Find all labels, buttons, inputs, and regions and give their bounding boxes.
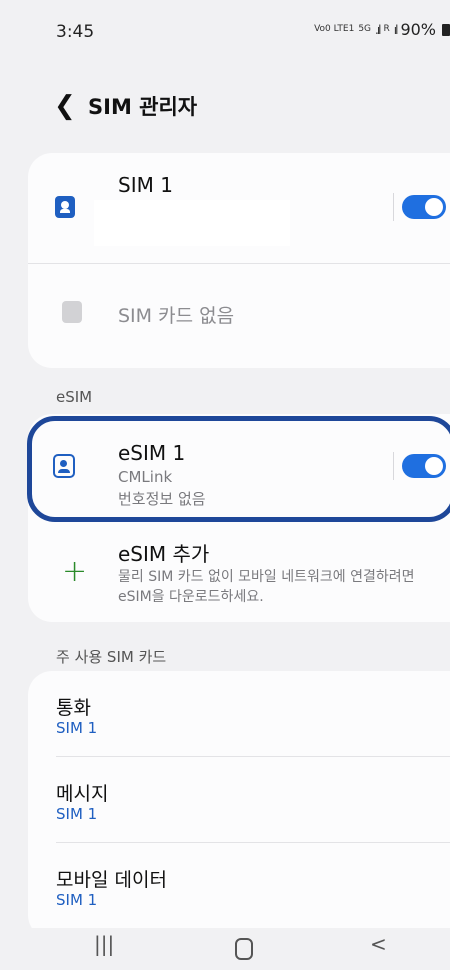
plus-icon: +	[62, 554, 88, 589]
sim-card-disabled-icon	[62, 301, 82, 323]
esim1-toggle[interactable]	[402, 454, 446, 478]
data-label: 모바일 데이터	[56, 869, 167, 891]
nav-bar: ||| <	[0, 928, 450, 970]
esim1-number: 번호정보 없음	[118, 490, 206, 508]
esim-icon	[53, 454, 75, 478]
battery-icon	[442, 23, 450, 36]
add-esim-desc-2: eSIM을 다운로드하세요.	[118, 589, 264, 605]
add-esim-title: eSIM 추가	[118, 542, 210, 566]
signal-icon-2: ıl	[393, 22, 398, 37]
sim1-name: SIM 1	[118, 173, 173, 197]
primary-item-call[interactable]: 통화 SIM 1	[28, 671, 450, 755]
status-icons: Vo0 LTE1 5G .ıl R ıl 90%	[314, 20, 450, 39]
esim1-carrier: CMLink	[118, 468, 173, 486]
row-divider	[393, 452, 394, 480]
chevron-left-icon[interactable]: ❮	[54, 91, 88, 121]
sim2-name: SIM 카드 없음	[118, 305, 235, 327]
sim1-row[interactable]: SIM 1	[28, 153, 450, 263]
redacted-number	[94, 200, 290, 246]
call-label: 통화	[56, 697, 91, 719]
esim-card: eSIM 1 CMLink 번호정보 없음 + eSIM 추가 물리 SIM 카…	[28, 414, 450, 622]
sim1-toggle[interactable]	[402, 195, 446, 219]
status-time: 3:45	[56, 22, 95, 42]
recents-button[interactable]: |||	[94, 932, 114, 956]
esim-section-title: eSIM	[56, 388, 93, 406]
primary-sim-card: 통화 SIM 1 메시지 SIM 1 모바일 데이터 SIM 1	[28, 671, 450, 939]
volte-icon: Vo0 LTE1	[314, 24, 355, 34]
primary-item-message[interactable]: 메시지 SIM 1	[28, 757, 450, 841]
esim1-row[interactable]: eSIM 1 CMLink 번호정보 없음	[28, 414, 450, 522]
physical-sim-card: SIM 1 SIM 카드 없음	[28, 153, 450, 368]
page-header: ❮ SIM 관리자	[54, 86, 197, 126]
esim1-name: eSIM 1	[118, 441, 186, 465]
home-button[interactable]	[235, 938, 253, 960]
page-title: SIM 관리자	[88, 95, 198, 119]
5g-icon: 5G	[358, 24, 372, 34]
message-label: 메시지	[56, 783, 109, 805]
roaming-icon: R	[383, 24, 390, 34]
sim-card-icon	[55, 196, 75, 218]
status-bar: 3:45 Vo0 LTE1 5G .ıl R ıl 90%	[0, 0, 450, 64]
sim2-row: SIM 카드 없음	[28, 264, 450, 368]
battery-percent: 90%	[400, 20, 436, 39]
row-divider	[393, 193, 394, 221]
primary-item-data[interactable]: 모바일 데이터 SIM 1	[28, 843, 450, 927]
add-esim-row[interactable]: + eSIM 추가 물리 SIM 카드 없이 모바일 네트워크에 연결하려면 e…	[28, 526, 450, 622]
data-value: SIM 1	[56, 891, 98, 909]
back-button[interactable]: <	[370, 932, 387, 956]
signal-icon: .ıl	[375, 22, 382, 37]
message-value: SIM 1	[56, 805, 98, 823]
add-esim-desc-1: 물리 SIM 카드 없이 모바일 네트워크에 연결하려면	[118, 569, 415, 585]
call-value: SIM 1	[56, 719, 98, 737]
primary-sim-section-title: 주 사용 SIM 카드	[56, 648, 167, 666]
